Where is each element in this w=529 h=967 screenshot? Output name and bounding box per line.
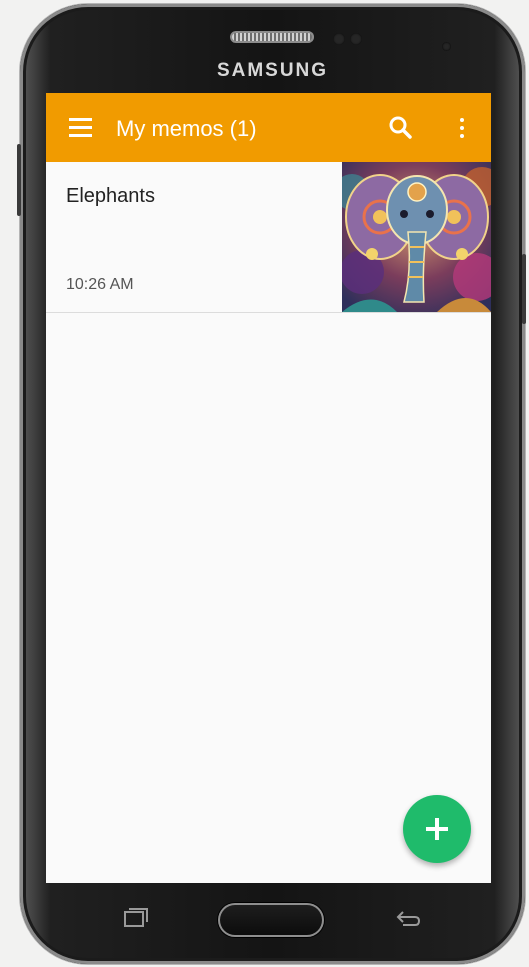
brand-logo: SAMSUNG (216, 60, 329, 81)
home-button[interactable] (218, 903, 324, 937)
earpiece-speaker (230, 31, 314, 43)
plus-icon-bar (426, 827, 448, 831)
back-arrow-icon[interactable] (391, 905, 423, 929)
power-button (522, 254, 526, 324)
device-nav-bar (46, 883, 491, 951)
memo-list-item[interactable]: Elephants 10:26 AM (46, 162, 491, 313)
memo-time: 10:26 AM (66, 276, 134, 293)
elephant-painting-thumbnail (342, 162, 491, 312)
app-screen: My memos (1) Elephants 10:26 AM (46, 93, 491, 883)
add-memo-button[interactable] (403, 795, 471, 863)
volume-button (17, 144, 21, 216)
hamburger-menu-icon[interactable] (64, 115, 98, 141)
more-vertical-icon[interactable] (449, 113, 475, 143)
memo-title: Elephants (66, 185, 155, 207)
proximity-sensor (333, 33, 345, 45)
stage: SAMSUNG My memos (1) Elephants 10:26 AM (0, 0, 529, 967)
app-bar: My memos (1) (46, 93, 491, 162)
light-sensor (350, 33, 362, 45)
page-title: My memos (1) (116, 116, 257, 141)
recent-apps-icon[interactable] (122, 907, 150, 929)
front-camera (442, 42, 451, 51)
search-icon[interactable] (386, 113, 416, 143)
